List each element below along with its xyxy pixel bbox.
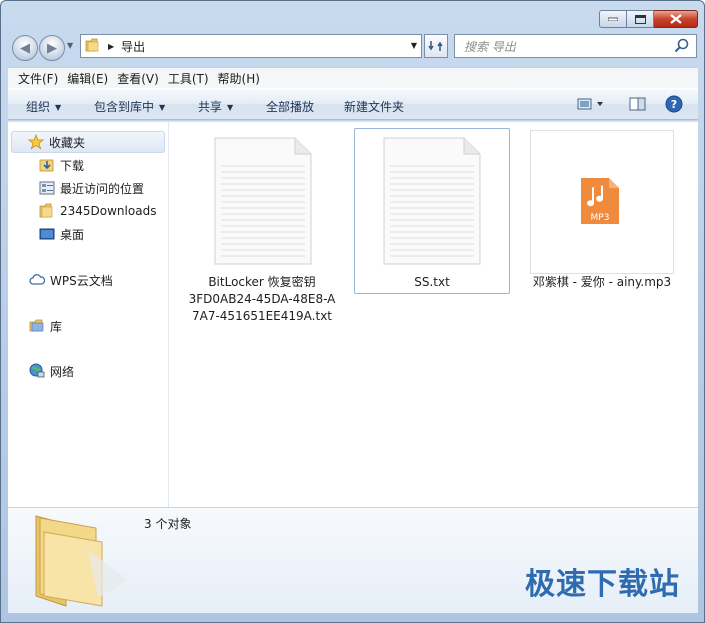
maximize-icon: [634, 14, 646, 24]
nav-favorites-label: 收藏夹: [49, 135, 86, 150]
chevron-down-icon: ▼: [55, 103, 62, 112]
arrow-right-icon: ▶: [47, 40, 57, 56]
command-bar: 组织 ▼ 包含到库中 ▼ 共享 ▼ 全部播放 新建文件夹 ?: [8, 88, 698, 120]
nav-favorites[interactable]: 收藏夹: [11, 131, 165, 153]
file-name: 邓紫棋 - 爱你 - ainy.mp3: [532, 275, 672, 289]
file-name-line: 7A7-451651EE419A.txt: [191, 309, 332, 323]
nav-libraries[interactable]: 库: [29, 315, 62, 337]
forward-button[interactable]: ▶: [39, 35, 65, 61]
play-all-button[interactable]: 全部播放: [266, 98, 314, 115]
file-name-line: BitLocker 恢复密钥: [208, 275, 316, 289]
star-icon: [28, 134, 44, 150]
library-icon: [29, 318, 45, 334]
explorer-window: ◀ ▶ ▼ ▶ 导出 ▼ 搜索 导出 文件(F) 编辑(E) 查看(V) 工具(…: [0, 0, 705, 623]
file-item[interactable]: BitLocker 恢复密钥 3FD0AB24-45DA-48E8-A 7A7-…: [187, 128, 337, 328]
breadcrumb-current[interactable]: 导出: [121, 38, 145, 55]
refresh-button[interactable]: [424, 34, 448, 58]
recent-pages-dropdown[interactable]: ▼: [67, 41, 73, 50]
nav-wps-cloud[interactable]: WPS云文档: [29, 269, 113, 291]
download-folder-icon: [39, 157, 55, 173]
help-button[interactable]: ?: [665, 95, 683, 116]
content-area: 收藏夹 下载 最近访问的位置 2345Downloads 桌面 WPS云文档 库…: [8, 121, 698, 507]
view-options-button[interactable]: [577, 96, 605, 115]
search-box[interactable]: 搜索 导出: [454, 34, 697, 58]
menu-file[interactable]: 文件(F): [18, 70, 58, 87]
breadcrumb-chevron-icon[interactable]: ▶: [108, 42, 114, 51]
svg-text:?: ?: [671, 98, 677, 111]
new-folder-button[interactable]: 新建文件夹: [344, 98, 404, 115]
nav-item-label: 下载: [60, 158, 85, 173]
item-count: 3 个对象: [144, 517, 192, 531]
nav-item-label: 最近访问的位置: [60, 181, 145, 196]
menu-help[interactable]: 帮助(H): [218, 70, 260, 87]
file-item-selected[interactable]: SS.txt: [354, 128, 510, 294]
nav-item-2345downloads[interactable]: 2345Downloads: [39, 200, 156, 222]
preview-pane-button[interactable]: [629, 96, 647, 115]
search-input[interactable]: 搜索 导出: [464, 38, 516, 55]
menu-bar: 文件(F) 编辑(E) 查看(V) 工具(T) 帮助(H): [8, 67, 698, 88]
mp3-badge: MP3: [591, 213, 610, 223]
maximize-button[interactable]: [627, 10, 654, 28]
file-name: BitLocker 恢复密钥 3FD0AB24-45DA-48E8-A 7A7-…: [187, 274, 337, 325]
nav-wps-label: WPS云文档: [50, 273, 113, 288]
nav-network-label: 网络: [50, 364, 75, 379]
recent-places-icon: [39, 180, 55, 196]
menu-edit[interactable]: 编辑(E): [67, 70, 108, 87]
navigation-pane: 收藏夹 下载 最近访问的位置 2345Downloads 桌面 WPS云文档 库…: [8, 122, 169, 507]
back-button[interactable]: ◀: [12, 35, 38, 61]
address-dropdown-icon[interactable]: ▼: [411, 41, 417, 50]
file-name-line: 3FD0AB24-45DA-48E8-A: [188, 292, 336, 306]
folder-icon: [85, 38, 101, 55]
nav-item-desktop[interactable]: 桌面: [39, 223, 84, 245]
nav-item-recent-places[interactable]: 最近访问的位置: [39, 177, 144, 199]
chevron-down-icon: ▼: [227, 103, 234, 112]
search-icon[interactable]: [674, 38, 690, 57]
preview-pane-icon: [629, 97, 646, 111]
folder-large-icon: [35, 515, 128, 607]
nav-item-downloads[interactable]: 下载: [39, 154, 84, 176]
mp3-file-icon: MP3: [581, 178, 619, 224]
view-icon: [577, 98, 603, 110]
nav-item-label: 2345Downloads: [60, 204, 157, 218]
share-button[interactable]: 共享 ▼: [198, 98, 233, 115]
close-icon: [669, 14, 682, 24]
file-name: SS.txt: [414, 275, 450, 289]
menu-tools[interactable]: 工具(T): [168, 70, 209, 87]
organize-label: 组织: [26, 100, 51, 114]
refresh-icon: [428, 41, 443, 51]
organize-button[interactable]: 组织 ▼: [26, 98, 61, 115]
share-label: 共享: [198, 100, 223, 114]
minimize-button[interactable]: [599, 10, 627, 28]
nav-item-label: 桌面: [60, 227, 85, 242]
arrow-left-icon: ◀: [20, 40, 30, 56]
include-in-library-button[interactable]: 包含到库中 ▼: [94, 98, 165, 115]
network-icon: [29, 363, 45, 379]
address-bar[interactable]: ▶ 导出 ▼: [80, 34, 422, 58]
window-controls: [599, 10, 698, 28]
text-document-icon: [214, 137, 312, 265]
menu-view[interactable]: 查看(V): [117, 70, 159, 87]
nav-libraries-label: 库: [50, 319, 63, 334]
folder-icon: [39, 203, 55, 219]
cloud-icon: [29, 272, 45, 288]
help-icon: ?: [665, 95, 683, 113]
desktop-icon: [39, 226, 55, 242]
close-button[interactable]: [654, 10, 698, 28]
watermark: 极速下载站: [525, 567, 680, 602]
chevron-down-icon: ▼: [159, 103, 166, 112]
file-item[interactable]: MP3 邓紫棋 - 爱你 - ainy.mp3: [528, 128, 678, 298]
text-document-icon: [383, 137, 481, 265]
details-pane: 3 个对象 极速下载站: [8, 507, 698, 613]
minimize-icon: [608, 17, 618, 21]
file-list: BitLocker 恢复密钥 3FD0AB24-45DA-48E8-A 7A7-…: [169, 122, 698, 507]
nav-network[interactable]: 网络: [29, 360, 74, 382]
include-in-library-label: 包含到库中: [94, 100, 155, 114]
